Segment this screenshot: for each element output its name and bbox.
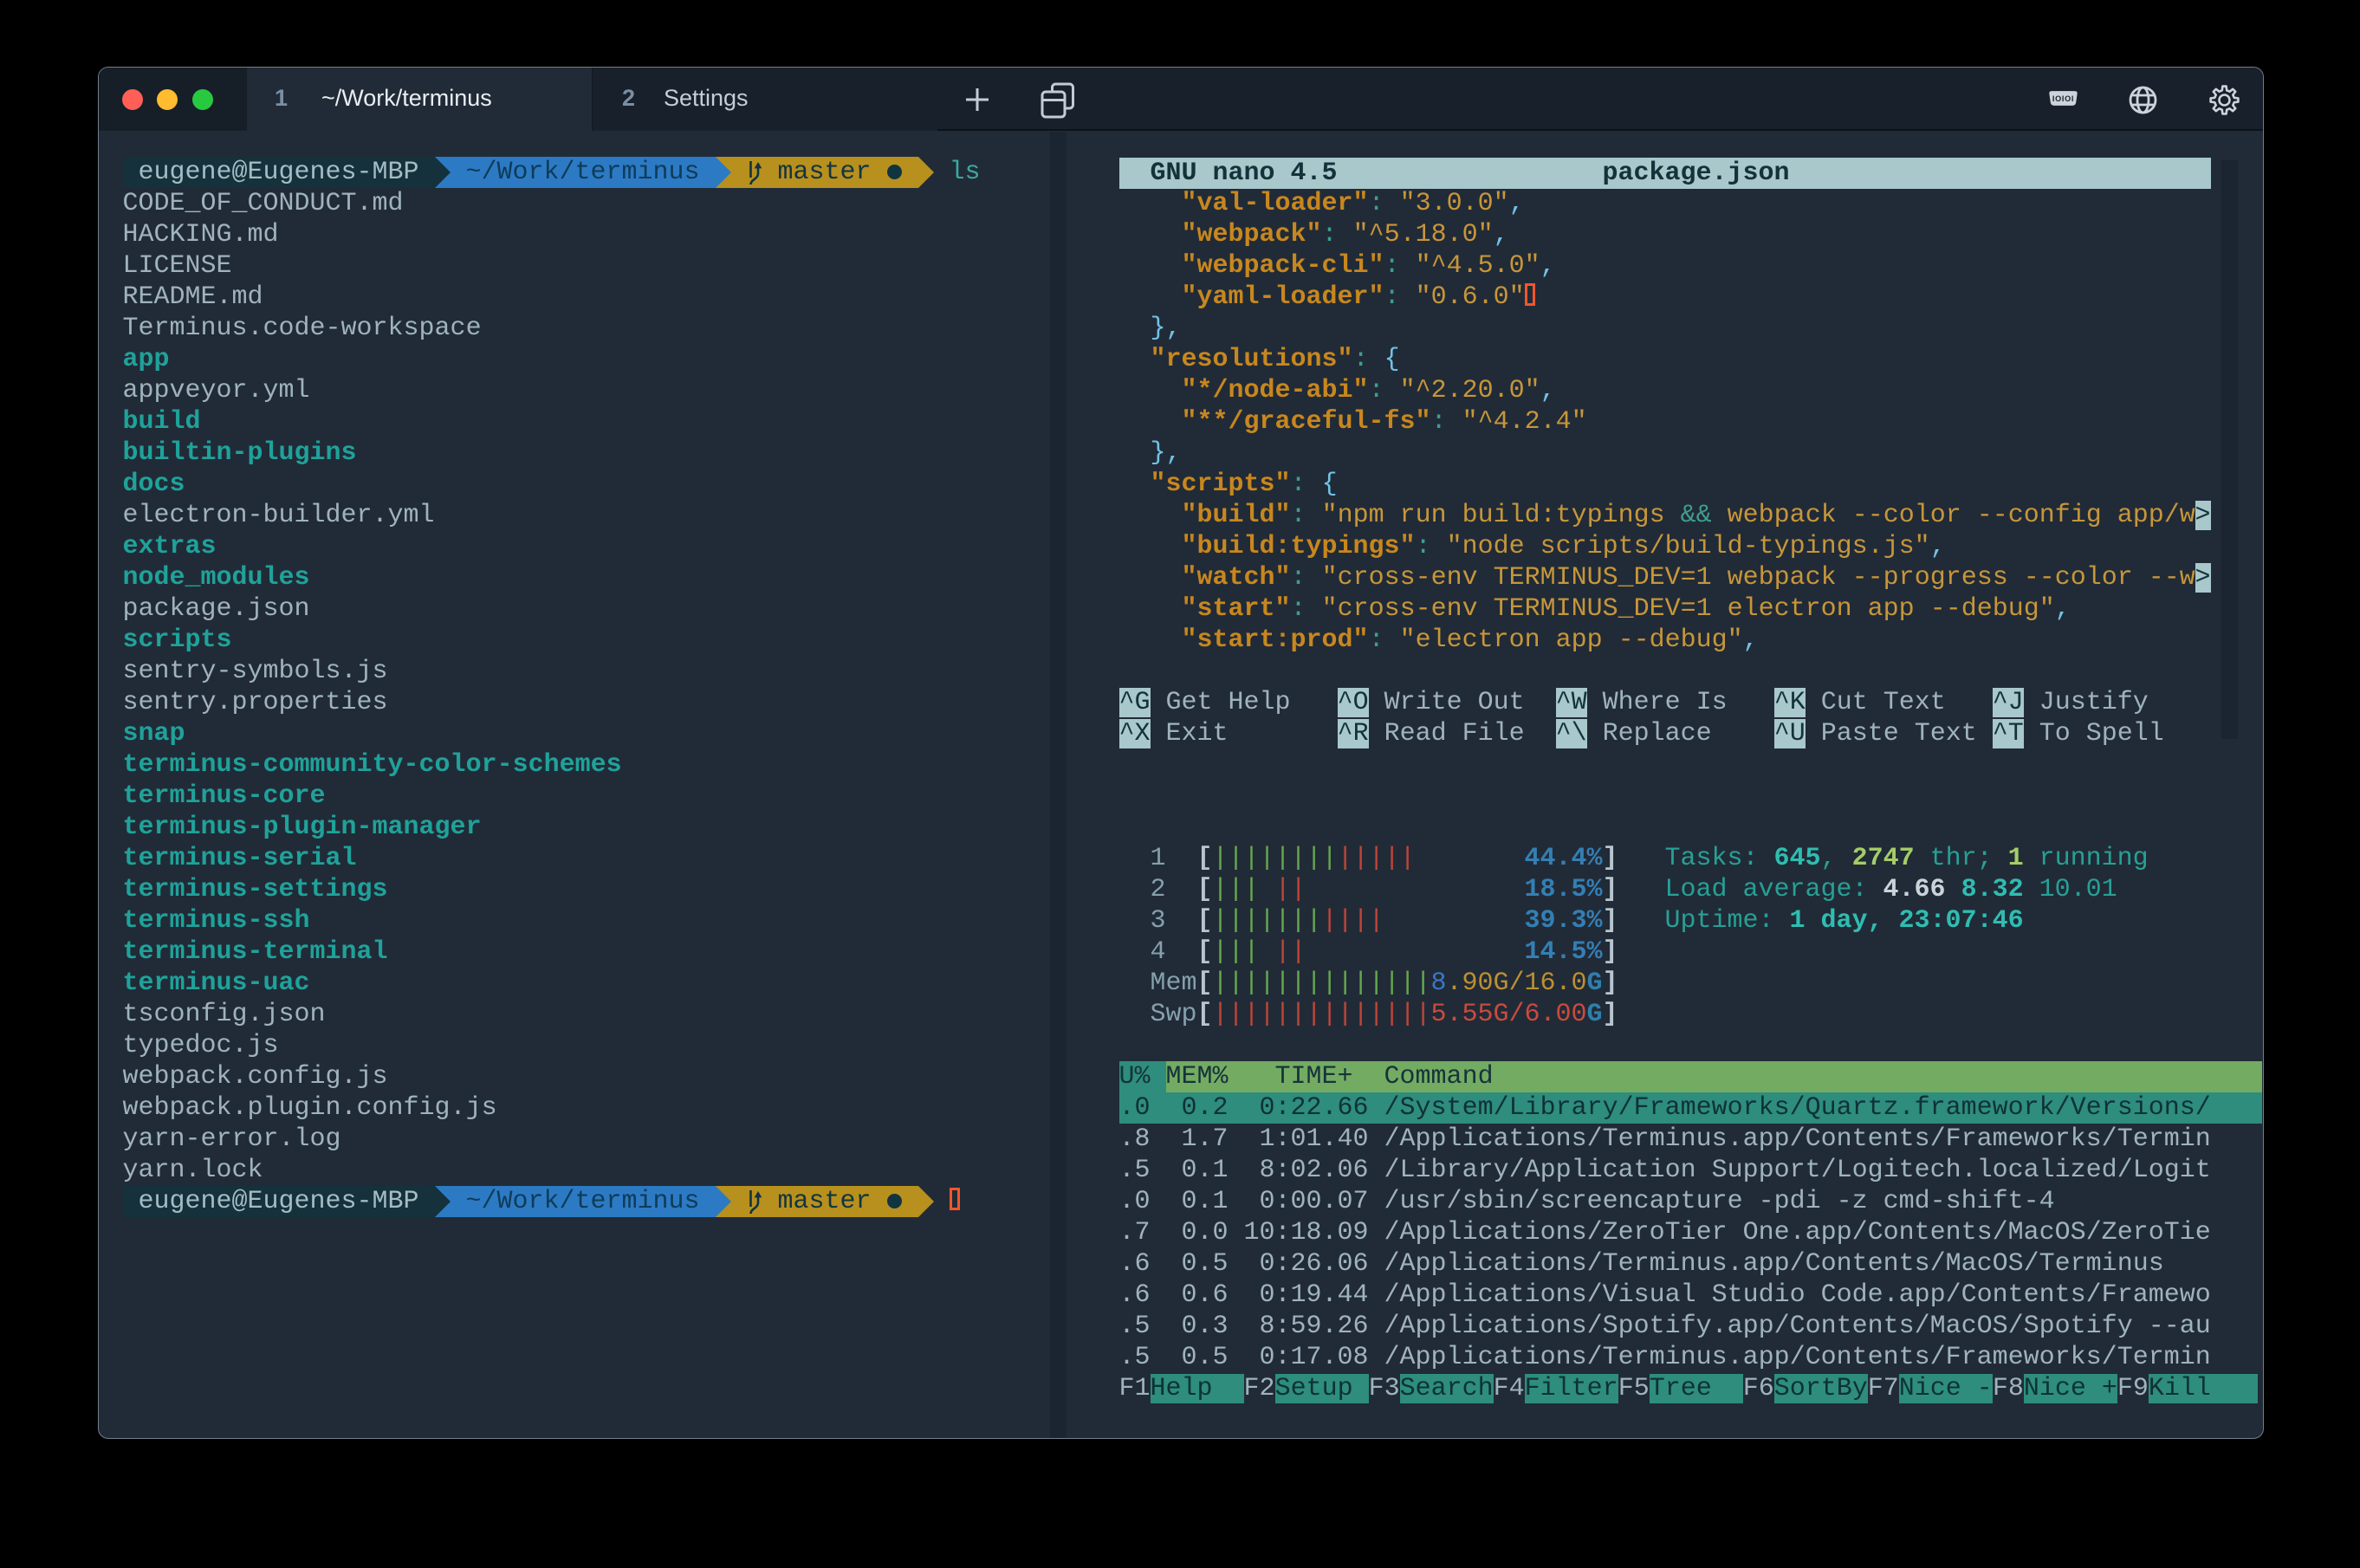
- svg-text:IOIOI: IOIOI: [2052, 94, 2074, 103]
